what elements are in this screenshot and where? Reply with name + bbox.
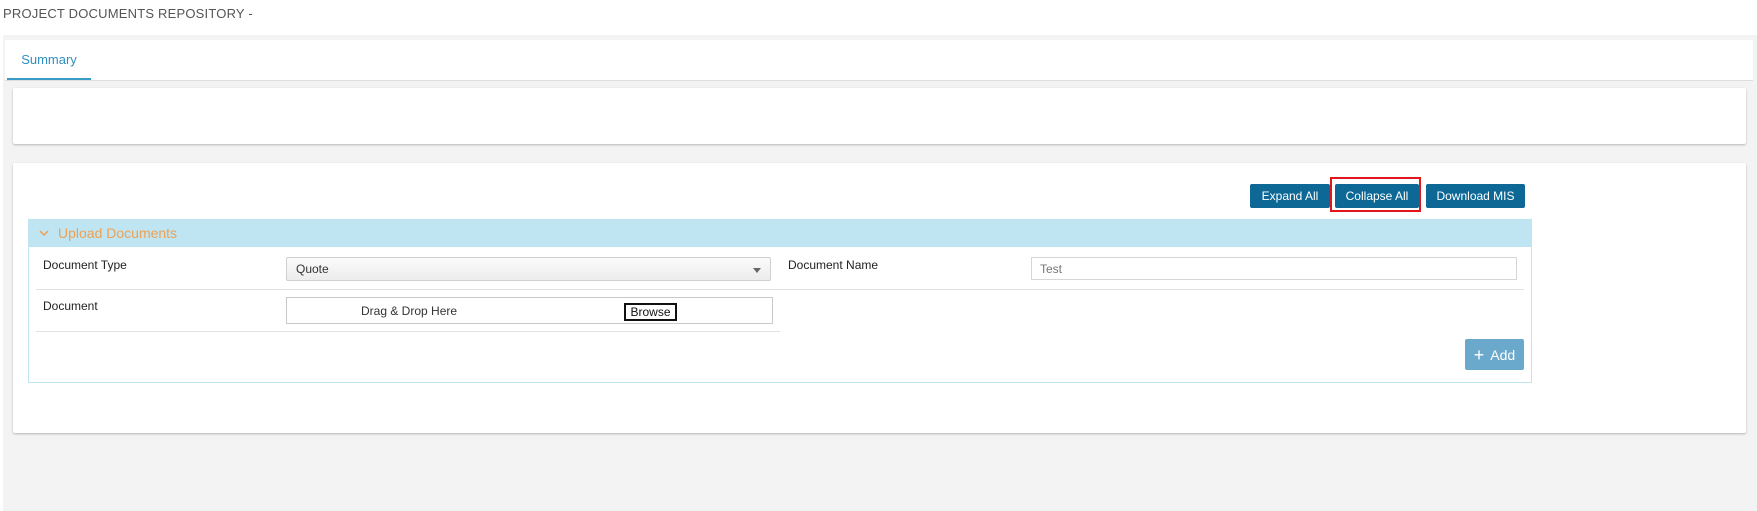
row-divider — [36, 331, 780, 332]
section-title: Upload Documents — [58, 225, 178, 241]
chevron-down-icon[interactable] — [38, 227, 50, 239]
drop-text: Drag & Drop Here — [361, 304, 458, 318]
caret-down-icon — [753, 268, 761, 273]
document-type-select[interactable]: Quote — [286, 257, 771, 281]
tab-bar: Summary — [5, 40, 1753, 81]
browse-button[interactable]: Browse — [624, 303, 677, 321]
row-divider — [36, 289, 1524, 290]
page-title: PROJECT DOCUMENTS REPOSITORY - — [3, 6, 253, 21]
summary-card — [13, 88, 1746, 144]
document-type-label: Document Type — [43, 258, 127, 272]
download-mis-button[interactable]: Download MIS — [1426, 184, 1525, 208]
highlight-box — [1330, 177, 1421, 212]
plus-icon: + — [1473, 344, 1485, 365]
document-name-input[interactable] — [1031, 257, 1517, 280]
document-label: Document — [43, 299, 98, 313]
document-dropzone[interactable]: Drag & Drop Here Browse — [286, 297, 773, 324]
expand-all-button[interactable]: Expand All — [1250, 184, 1330, 208]
document-type-value: Quote — [296, 262, 329, 276]
upload-documents-header[interactable]: Upload Documents — [28, 219, 1532, 247]
document-name-label: Document Name — [788, 258, 879, 272]
add-button[interactable]: + Add — [1465, 339, 1524, 370]
add-button-label: Add — [1490, 346, 1516, 363]
tab-summary[interactable]: Summary — [7, 40, 91, 80]
